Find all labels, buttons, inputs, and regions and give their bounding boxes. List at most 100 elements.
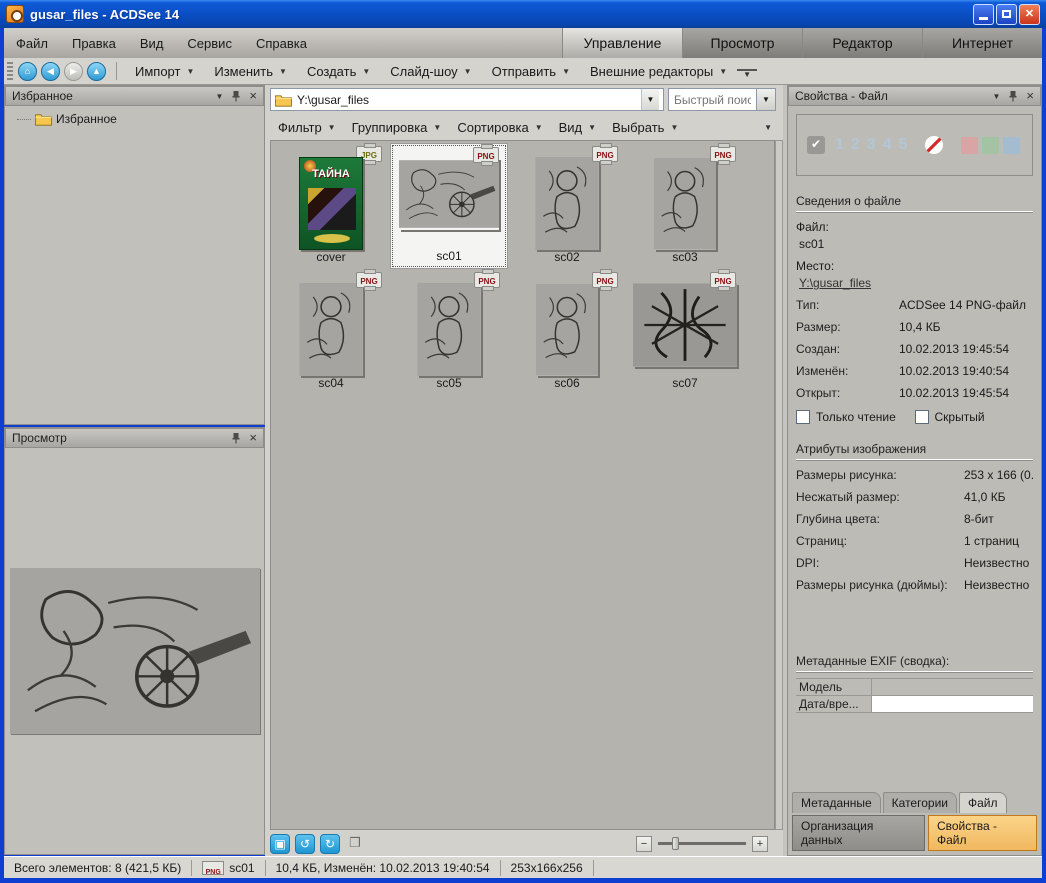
type-label: Тип: [796, 298, 899, 312]
uncompressed-label: Несжатый размер: [796, 490, 964, 504]
menu-tools[interactable]: Сервис [175, 32, 244, 55]
menu-help[interactable]: Справка [244, 32, 319, 55]
menu-view[interactable]: Вид [128, 32, 176, 55]
dimensions-label: Размеры рисунка: [796, 468, 964, 482]
address-path: Y:\gusar_files [297, 93, 369, 107]
properties-pane-switch: Организация данных Свойства - Файл [788, 813, 1041, 855]
preview-panel-title: Просмотр [12, 431, 67, 445]
send-dropdown[interactable]: Отправить▼ [482, 60, 580, 83]
file-item-sc02[interactable]: PNG sc02 [508, 143, 626, 269]
external-editors-dropdown[interactable]: Внешние редакторы▼ [580, 60, 737, 83]
checkbox-icon [796, 410, 810, 424]
tab-manage[interactable]: Управление [562, 28, 682, 58]
png-format-badge: PNG [592, 272, 618, 288]
thumbnail-image [536, 283, 598, 376]
exif-model-label: Модель [796, 679, 872, 695]
close-icon[interactable]: × [249, 432, 257, 444]
cover-footer [314, 234, 350, 243]
toolbar-grip[interactable] [7, 62, 13, 80]
file-item-cover[interactable]: JPG ТАЙНА cover [272, 143, 390, 269]
color-label-blue[interactable] [1003, 137, 1020, 154]
up-icon[interactable]: ▲ [87, 62, 106, 81]
create-dropdown[interactable]: Создать▼ [297, 60, 380, 83]
file-item-sc03[interactable]: PNG sc03 [626, 143, 744, 269]
slideshow-dropdown[interactable]: Слайд-шоу▼ [380, 60, 481, 83]
properties-panel: Свойства - Файл ▼ × ✔ 12345 Сведения о ф… [787, 85, 1042, 856]
color-label-pink[interactable] [961, 137, 978, 154]
rotate-left-icon[interactable]: ↺ [295, 834, 315, 854]
menu-edit[interactable]: Правка [60, 32, 128, 55]
preview-image[interactable] [10, 568, 260, 734]
back-icon[interactable]: ◀ [41, 62, 60, 81]
list-scrollbar[interactable] [775, 140, 783, 830]
import-dropdown[interactable]: Импорт▼ [125, 60, 204, 83]
file-name-value[interactable]: sc01 [796, 237, 1033, 251]
quick-search-input[interactable] [668, 88, 756, 111]
location-label: Место: [796, 259, 1033, 273]
chevron-down-icon[interactable]: ▼ [992, 92, 1000, 101]
color-depth-value: 8-бит [964, 512, 994, 526]
pin-icon[interactable] [231, 90, 241, 102]
properties-panel-header: Свойства - Файл ▼ × [788, 86, 1041, 106]
tab-file[interactable]: Файл [959, 792, 1007, 813]
pin-icon[interactable] [1008, 90, 1018, 102]
select-dropdown[interactable]: Выбрать▼ [604, 116, 686, 139]
file-item-sc04[interactable]: PNG sc04 [272, 269, 390, 395]
hidden-checkbox[interactable]: Скрытый [915, 410, 1034, 424]
close-icon[interactable]: × [1026, 90, 1034, 102]
zoom-slider[interactable] [658, 842, 746, 845]
filter-dropdown[interactable]: Фильтр▼ [270, 116, 344, 139]
sort-dropdown[interactable]: Сортировка▼ [449, 116, 550, 139]
chevron-down-icon[interactable]: ▼ [215, 92, 223, 101]
discard-image-icon[interactable]: ▣ [270, 834, 290, 854]
zoom-slider-thumb[interactable] [672, 837, 679, 850]
file-item-label: sc03 [672, 250, 697, 264]
home-icon[interactable]: ⌂ [18, 62, 37, 81]
close-icon[interactable]: × [249, 90, 257, 102]
readonly-checkbox[interactable]: Только чтение [796, 410, 915, 424]
file-item-sc01[interactable]: PNG sc01 [390, 143, 508, 269]
quick-search-dropdown-icon[interactable]: ▼ [756, 88, 776, 111]
organize-button[interactable]: Организация данных [792, 815, 925, 851]
tab-edit[interactable]: Редактор [802, 28, 922, 58]
file-item-sc06[interactable]: PNG sc06 [508, 269, 626, 395]
group-dropdown[interactable]: Группировка▼ [344, 116, 450, 139]
tab-view[interactable]: Просмотр [682, 28, 802, 58]
forward-icon[interactable]: ▶ [64, 62, 83, 81]
compare-windows-icon[interactable]: ❐ [345, 834, 365, 854]
image-attrs-section-title: Атрибуты изображения [796, 442, 1033, 460]
title-bar: gusar_files - ACDSee 14 ✕ [0, 0, 1046, 28]
view-dropdown[interactable]: Вид▼ [551, 116, 604, 139]
location-link[interactable]: Y:\gusar_files [796, 276, 1033, 290]
minimize-button[interactable] [973, 4, 994, 25]
address-dropdown-icon[interactable]: ▼ [641, 89, 659, 110]
modify-dropdown[interactable]: Изменить▼ [204, 60, 297, 83]
favorites-panel-title: Избранное [12, 89, 73, 103]
color-label-green[interactable] [982, 137, 999, 154]
no-rating-icon[interactable] [925, 136, 943, 154]
properties-file-button[interactable]: Свойства - Файл [928, 815, 1037, 851]
address-bar[interactable]: Y:\gusar_files ▼ [270, 88, 664, 111]
tab-online[interactable]: Интернет [922, 28, 1042, 58]
pin-icon[interactable] [231, 432, 241, 444]
preview-panel-header: Просмотр × [5, 428, 264, 448]
rotate-right-icon[interactable]: ↻ [320, 834, 340, 854]
zoom-in-button[interactable]: + [752, 836, 768, 852]
menu-file[interactable]: Файл [4, 32, 60, 55]
filter-overflow-icon[interactable]: ▼ [764, 123, 780, 132]
toolbar-overflow-icon[interactable]: ▼ [737, 69, 757, 79]
zoom-out-button[interactable]: − [636, 836, 652, 852]
maximize-button[interactable] [996, 4, 1017, 25]
tab-categories[interactable]: Категории [883, 792, 957, 813]
tab-metadata[interactable]: Метаданные [792, 792, 881, 813]
rating-numbers[interactable]: 12345 [835, 136, 915, 154]
tag-checkbox[interactable]: ✔ [807, 136, 825, 154]
favorites-tree-item[interactable]: Избранное [5, 106, 264, 126]
status-dimensions: 253x166x256 [501, 860, 594, 876]
file-item-sc07[interactable]: PNG sc07 [626, 269, 744, 395]
folder-icon [35, 112, 52, 126]
close-button[interactable]: ✕ [1019, 4, 1040, 25]
chevron-down-icon: ▼ [535, 123, 543, 132]
thumbnail-image [399, 158, 499, 230]
file-item-sc05[interactable]: PNG sc05 [390, 269, 508, 395]
